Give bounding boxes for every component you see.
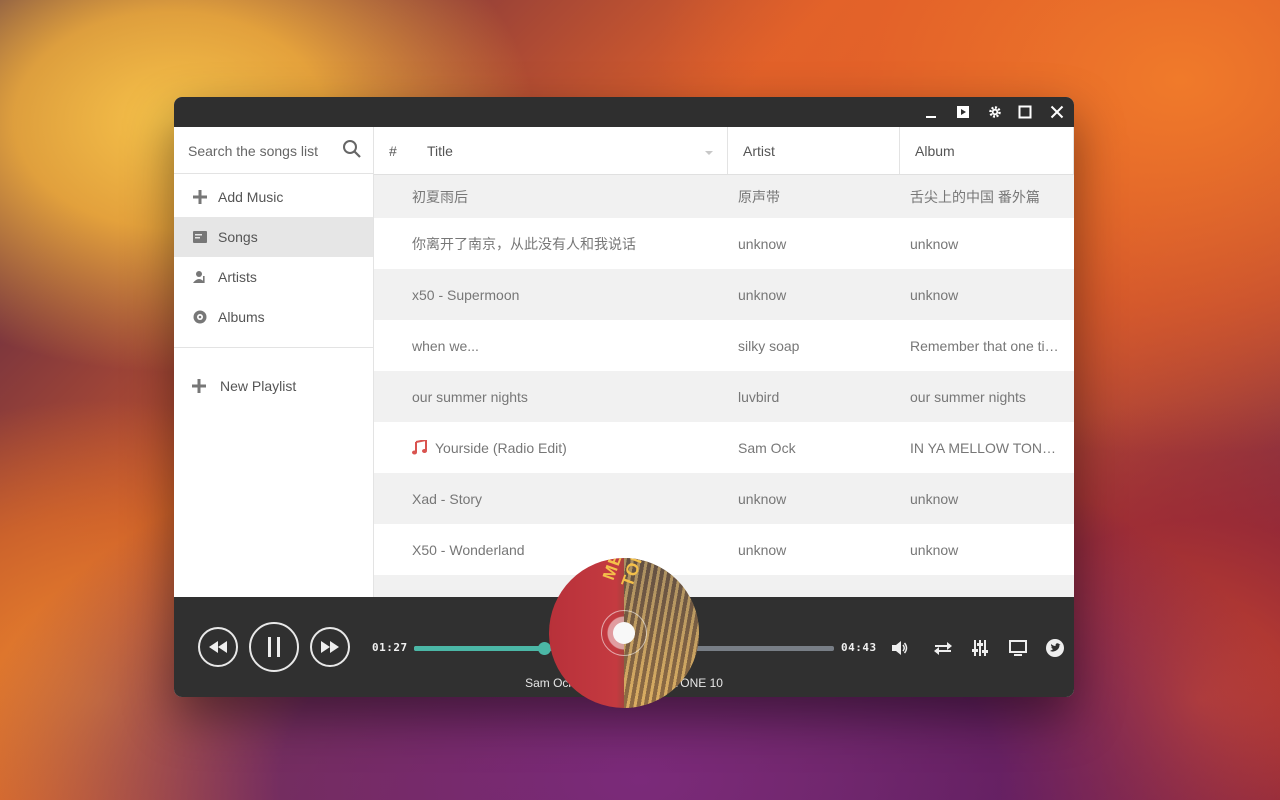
album-icon <box>192 309 208 325</box>
plus-icon <box>192 379 206 393</box>
table-row[interactable]: our summer nights luvbird our summer nig… <box>374 371 1074 422</box>
cell-album: our summer nights <box>910 388 1026 405</box>
column-header-title-label: Title <box>427 142 453 159</box>
cell-album: IN YA MELLOW TONE 10 <box>910 439 1071 456</box>
screen-icon[interactable] <box>1007 637 1029 659</box>
sidebar-item-label: Albums <box>218 309 265 325</box>
table-row[interactable]: 你离开了南京，从此没有人和我说话 unknow unknow <box>374 218 1074 269</box>
new-playlist-button[interactable]: New Playlist <box>174 356 373 416</box>
pause-icon <box>268 637 280 657</box>
table-row[interactable]: X50 - Wonderland unknow unknow <box>374 524 1074 575</box>
maximize-icon[interactable] <box>1014 102 1036 122</box>
cell-artist: unknow <box>738 541 787 558</box>
table-row[interactable] <box>374 575 1074 597</box>
progress-fill <box>414 646 545 651</box>
title-bar[interactable] <box>174 97 1074 127</box>
equalizer-icon[interactable] <box>969 637 991 659</box>
cell-artist: Sam Ock <box>738 439 796 456</box>
rewind-icon <box>209 641 227 653</box>
artist-icon <box>192 269 208 285</box>
cell-title: our summer nights <box>412 388 528 405</box>
search-icon[interactable] <box>342 139 362 164</box>
cell-artist: silky soap <box>738 337 800 354</box>
rewind-button[interactable] <box>198 627 238 667</box>
sidebar-item-label: Songs <box>218 229 258 245</box>
cell-album: unknow <box>910 490 959 507</box>
sort-caret-icon <box>705 151 713 155</box>
elapsed-time: 01:27 <box>372 641 408 654</box>
table-header: # Title Artist Album <box>374 127 1074 175</box>
cell-title: Yourside (Radio Edit) <box>374 440 727 456</box>
table-row[interactable]: Xad - Story unknow unknow <box>374 473 1074 524</box>
sidebar-item-artists[interactable]: Artists <box>174 257 373 297</box>
table-body: 初夏雨后 原声带 舌尖上的中国 番外篇 你离开了南京，从此没有人和我说话 unk… <box>374 175 1074 597</box>
fast-forward-button[interactable] <box>310 627 350 667</box>
cell-album: 舌尖上的中国 番外篇 <box>910 188 1040 205</box>
sidebar-item-label: Artists <box>218 269 257 285</box>
total-time: 04:43 <box>841 641 877 654</box>
cell-album: Remember that one time... <box>910 337 1074 354</box>
twitter-icon[interactable] <box>1044 637 1066 659</box>
cell-title: when we... <box>412 337 479 354</box>
album-art-disc: MELLOW TON <box>549 558 699 708</box>
search-input[interactable] <box>186 137 340 165</box>
sidebar-item-songs[interactable]: Songs <box>174 217 373 257</box>
sidebar-item-albums[interactable]: Albums <box>174 297 373 337</box>
plus-icon <box>192 189 208 205</box>
sidebar: Add Music Songs Artists Albums <box>174 127 374 597</box>
fast-forward-icon <box>321 641 339 653</box>
music-note-icon <box>412 440 427 455</box>
search-bar <box>174 127 373 174</box>
sidebar-item-label: Add Music <box>218 189 284 205</box>
disc-center <box>613 622 635 644</box>
cell-title: X50 - Wonderland <box>412 541 525 558</box>
table-row[interactable]: x50 - Supermoon unknow unknow <box>374 269 1074 320</box>
cell-album: unknow <box>910 235 959 252</box>
cell-artist: unknow <box>738 286 787 303</box>
gear-icon[interactable] <box>984 102 1006 122</box>
cell-artist: 原声带 <box>738 188 780 205</box>
table-row[interactable]: when we... silky soap Remember that one … <box>374 320 1074 371</box>
column-header-number[interactable]: # <box>374 127 412 174</box>
cell-artist: luvbird <box>738 388 780 405</box>
volume-icon[interactable] <box>889 637 911 659</box>
column-header-title[interactable]: Title <box>412 127 727 174</box>
nav-list: Add Music Songs Artists Albums <box>174 174 373 348</box>
cell-title: x50 - Supermoon <box>412 286 520 303</box>
close-icon[interactable] <box>1046 102 1068 122</box>
table-row-playing[interactable]: Yourside (Radio Edit) Sam Ock IN YA MELL… <box>374 422 1074 473</box>
column-header-album[interactable]: Album <box>899 127 1074 174</box>
sidebar-item-add-music[interactable]: Add Music <box>174 177 373 217</box>
cell-title: 你离开了南京，从此没有人和我说话 <box>412 235 636 252</box>
cell-title-text: Yourside (Radio Edit) <box>435 439 567 456</box>
cell-artist: unknow <box>738 235 787 252</box>
cell-title: Xad - Story <box>412 490 483 507</box>
cell-title: 初夏雨后 <box>412 188 468 205</box>
cell-album: unknow <box>910 541 959 558</box>
minimize-icon[interactable] <box>920 102 942 122</box>
column-header-artist[interactable]: Artist <box>727 127 899 174</box>
songs-table: # Title Artist Album 初夏雨后 原声带 舌尖上的中国 番外篇… <box>374 127 1074 597</box>
new-playlist-label: New Playlist <box>220 378 297 394</box>
songs-icon <box>192 229 208 245</box>
table-row[interactable]: 初夏雨后 原声带 舌尖上的中国 番外篇 <box>374 175 1074 218</box>
repeat-icon[interactable] <box>932 637 954 659</box>
cell-album: unknow <box>910 286 959 303</box>
pause-button[interactable] <box>249 622 299 672</box>
cell-artist: unknow <box>738 490 787 507</box>
mini-player-icon[interactable] <box>952 102 974 122</box>
